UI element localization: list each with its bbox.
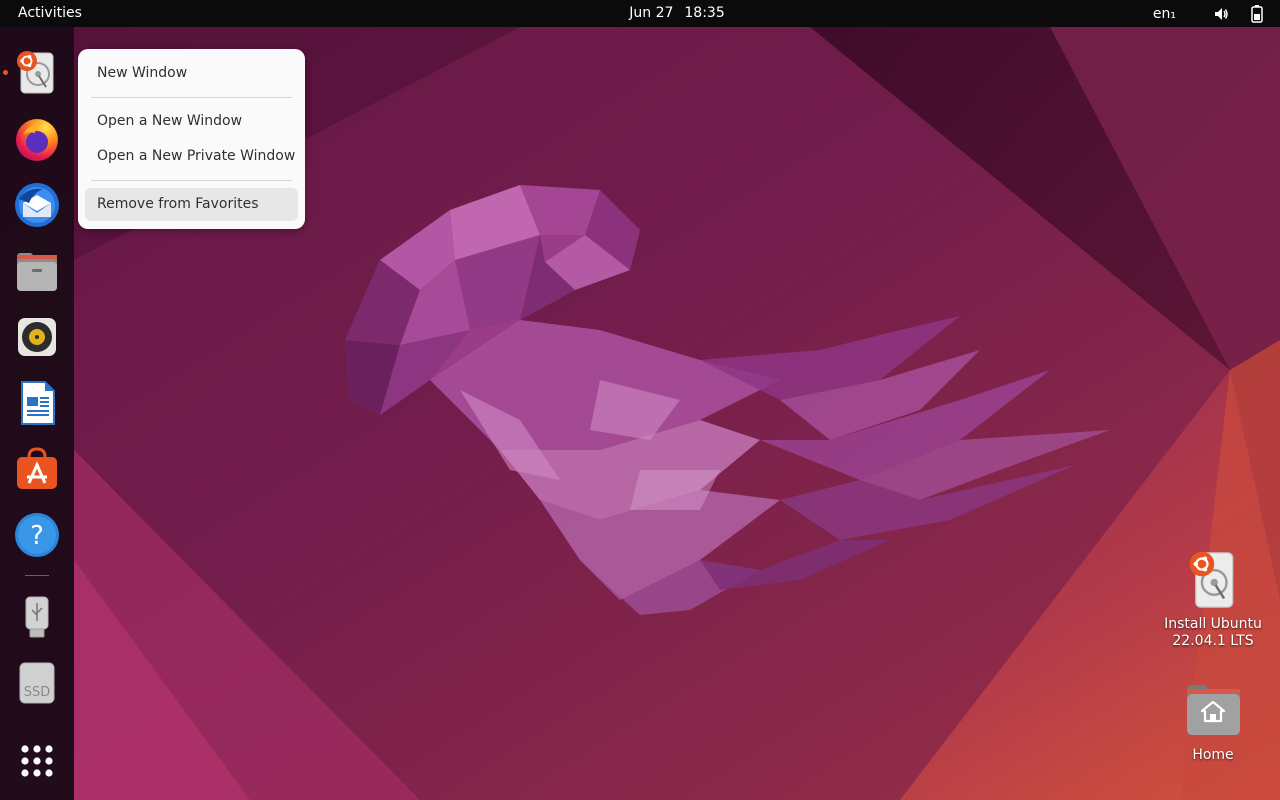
firefox-icon (16, 119, 58, 161)
home-folder-icon (1187, 685, 1240, 735)
desktop-icon-label: Install Ubuntu 22.04.1 LTS (1158, 616, 1268, 650)
battery-icon[interactable] (1248, 4, 1266, 23)
show-applications-button[interactable] (12, 736, 62, 786)
ssd-label: SSD (24, 685, 51, 700)
dock-item-usb-drive[interactable] (12, 592, 62, 642)
running-indicator (3, 70, 8, 75)
dock-item-rhythmbox[interactable] (12, 312, 62, 362)
menu-separator (91, 97, 292, 98)
rhythmbox-icon (18, 318, 56, 356)
dock-item-libreoffice-writer[interactable] (12, 378, 62, 428)
files-icon (17, 253, 57, 291)
svg-text:?: ? (30, 521, 44, 551)
volume-icon[interactable] (1212, 5, 1230, 23)
menu-item-new-window[interactable]: New Window (85, 57, 298, 90)
dock-context-menu: New Window Open a New Window Open a New … (78, 49, 305, 229)
libreoffice-writer-icon (21, 381, 55, 425)
menu-item-open-new-window[interactable]: Open a New Window (85, 105, 298, 138)
ssd-drive-icon: SSD (19, 662, 55, 704)
thunderbird-icon (15, 183, 59, 227)
dock-item-ssd[interactable]: SSD (12, 658, 62, 708)
dock-item-help[interactable]: ? (12, 510, 62, 560)
dock: ? SSD (0, 27, 74, 800)
system-tray: en₁ (1153, 0, 1280, 27)
menu-item-open-new-private-window[interactable]: Open a New Private Window (85, 140, 298, 173)
desktop-icon-label-line1: Install Ubuntu (1164, 616, 1262, 632)
menu-item-remove-from-favorites[interactable]: Remove from Favorites (85, 188, 298, 221)
ubuntu-installer-icon (17, 51, 54, 94)
help-icon: ? (15, 513, 59, 557)
desktop-icon-install-ubuntu[interactable]: Install Ubuntu 22.04.1 LTS (1158, 548, 1268, 650)
clock-date[interactable]: Jun 27 (629, 5, 673, 21)
clock: Jun 27 18:35 (0, 0, 1280, 27)
dock-separator (25, 575, 49, 576)
ubuntu-installer-icon (1189, 551, 1234, 608)
activities-button[interactable]: Activities (0, 0, 100, 27)
dock-item-thunderbird[interactable] (12, 180, 62, 230)
dock-item-files[interactable] (12, 246, 62, 296)
dock-item-firefox[interactable] (12, 114, 62, 164)
dock-item-install-ubuntu[interactable] (12, 48, 62, 98)
dock-item-ubuntu-software[interactable] (12, 444, 62, 494)
desktop-icon-label-line2: 22.04.1 LTS (1172, 633, 1254, 649)
desktop-icon-label: Home (1192, 747, 1234, 763)
app-grid-icon (21, 745, 53, 777)
clock-time[interactable]: 18:35 (684, 5, 724, 21)
desktop-icon-home[interactable]: Home (1158, 680, 1268, 764)
top-bar: Activities Jun 27 18:35 en₁ (0, 0, 1280, 27)
keyboard-language-indicator[interactable]: en₁ (1153, 6, 1176, 22)
usb-drive-icon (25, 596, 49, 638)
menu-separator (91, 180, 292, 181)
ubuntu-software-icon (17, 447, 57, 489)
